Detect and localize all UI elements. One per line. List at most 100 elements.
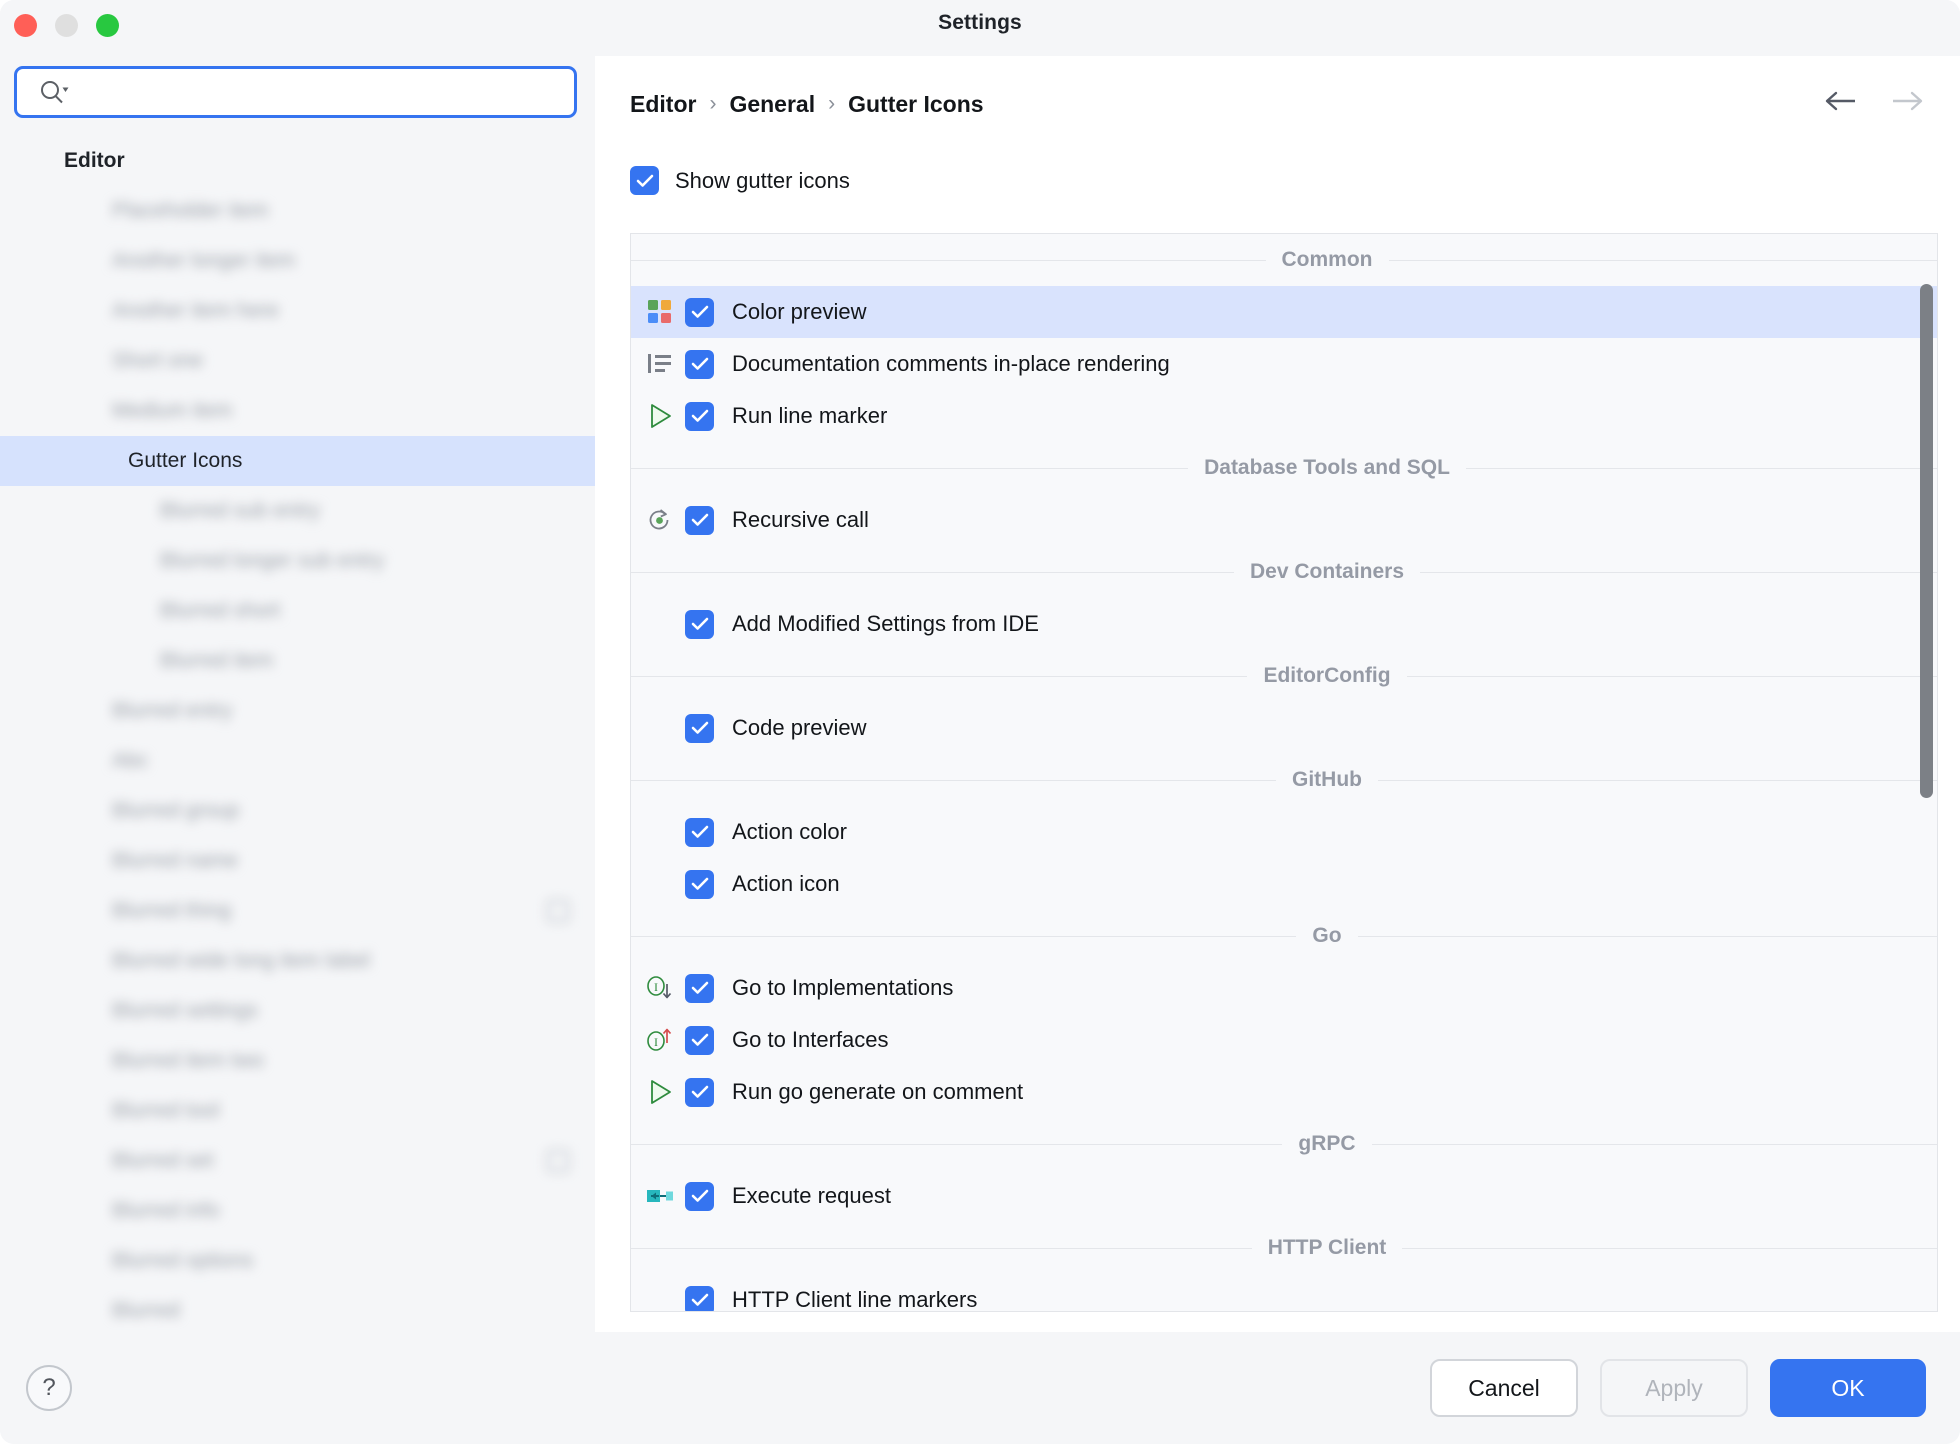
sidebar-item-gutter-icons[interactable]: Gutter Icons: [0, 436, 595, 486]
breadcrumb-item-1[interactable]: General: [729, 91, 815, 118]
window-title: Settings: [938, 11, 1022, 34]
breadcrumb-item-0[interactable]: Editor: [630, 91, 696, 118]
sidebar-item-blurred[interactable]: Blurred: [0, 1286, 595, 1332]
sidebar-item-blurred[interactable]: Blurred longer sub entry: [0, 536, 595, 586]
sidebar-item-blurred[interactable]: Short one: [0, 336, 595, 386]
sidebar-item-editor[interactable]: Editor: [0, 136, 595, 186]
forward-arrow-icon: [1889, 89, 1925, 119]
sidebar-item-blurred[interactable]: Blurred sub entry: [0, 486, 595, 536]
sidebar-item-blurred[interactable]: Blurred set: [0, 1136, 595, 1186]
sidebar-item-blurred[interactable]: Another longer item: [0, 236, 595, 286]
sidebar-item-blurred[interactable]: Medium item: [0, 386, 595, 436]
gutter-icon-option[interactable]: HTTP Client line markers: [631, 1274, 1937, 1311]
option-checkbox[interactable]: [685, 297, 714, 327]
sidebar-item-blurred[interactable]: Blurred short: [0, 586, 595, 636]
sidebar-item-blurred[interactable]: Another item here: [0, 286, 595, 336]
sidebar-item-blurred[interactable]: Blurred tool: [0, 1086, 595, 1136]
sidebar-item-blurred[interactable]: Blurred thing: [0, 886, 595, 936]
option-checkbox-wrap[interactable]: [685, 1181, 714, 1211]
option-checkbox[interactable]: [685, 1181, 714, 1211]
option-checkbox[interactable]: [685, 1077, 714, 1107]
separator-line: [631, 675, 1248, 677]
option-checkbox[interactable]: [685, 505, 714, 535]
option-checkbox-wrap[interactable]: [685, 713, 714, 743]
search-box[interactable]: [14, 66, 577, 118]
sidebar-item-blurred[interactable]: Placeholder item: [0, 186, 595, 236]
option-checkbox-wrap[interactable]: [685, 1077, 714, 1107]
back-arrow-icon[interactable]: [1823, 89, 1859, 119]
gutter-icon-option[interactable]: Run line marker: [631, 390, 1937, 442]
sidebar-item-blurred[interactable]: Blurred name: [0, 836, 595, 886]
gutter-icon-option[interactable]: Action icon: [631, 858, 1937, 910]
group-separator: EditorConfig: [631, 650, 1937, 702]
option-checkbox-wrap[interactable]: [685, 401, 714, 431]
group-separator: Dev Containers: [631, 546, 1937, 598]
option-checkbox[interactable]: [685, 817, 714, 847]
option-checkbox-wrap[interactable]: [685, 817, 714, 847]
sidebar-item-blurred[interactable]: Blurred item two: [0, 1036, 595, 1086]
separator-line: [631, 1247, 1252, 1249]
sidebar-item-blurred[interactable]: Blurred options: [0, 1236, 595, 1286]
group-separator: HTTP Client: [631, 1222, 1937, 1274]
vertical-scrollbar[interactable]: [1920, 284, 1933, 798]
separator-line: [631, 467, 1189, 469]
option-label: Action icon: [732, 871, 840, 896]
separator-line: [1357, 935, 1937, 937]
search-icon: [39, 79, 69, 105]
gutter-icon-option[interactable]: Run go generate on comment: [631, 1066, 1937, 1118]
option-checkbox[interactable]: [685, 973, 714, 1003]
help-button[interactable]: ?: [26, 1365, 72, 1411]
option-label: Add Modified Settings from IDE: [732, 611, 1039, 636]
option-checkbox[interactable]: [685, 1285, 714, 1311]
gutter-icon-option[interactable]: Color preview: [631, 286, 1937, 338]
group-label: Common: [1281, 248, 1373, 271]
group-separator: Go: [631, 910, 1937, 962]
option-checkbox-wrap[interactable]: [685, 349, 714, 379]
apply-button[interactable]: Apply: [1600, 1359, 1748, 1417]
option-checkbox-wrap[interactable]: [685, 973, 714, 1003]
color-swatch-icon: [643, 298, 677, 326]
dialog-footer: ? Cancel Apply OK: [0, 1332, 1960, 1444]
option-checkbox[interactable]: [685, 349, 714, 379]
sidebar-item-blurred[interactable]: Blurred info: [0, 1186, 595, 1236]
option-checkbox[interactable]: [685, 609, 714, 639]
search-input[interactable]: [17, 69, 574, 115]
gutter-icon-option[interactable]: I Go to Interfaces: [631, 1014, 1937, 1066]
implementing-up-icon: I: [643, 1026, 677, 1054]
sidebar-item-blurred[interactable]: Blurred settings: [0, 986, 595, 1036]
sidebar-item-blurred[interactable]: Blurred entry: [0, 686, 595, 736]
option-checkbox-wrap[interactable]: [685, 1285, 714, 1311]
option-checkbox-wrap[interactable]: [685, 609, 714, 639]
nav-arrows: [1823, 89, 1925, 119]
option-checkbox-wrap[interactable]: [685, 869, 714, 899]
settings-tree: Editor Placeholder item Another longer i…: [0, 136, 595, 1332]
option-checkbox[interactable]: [685, 713, 714, 743]
gutter-icon-option[interactable]: Code preview: [631, 702, 1937, 754]
option-label: Documentation comments in-place renderin…: [732, 351, 1170, 376]
gutter-icon-option[interactable]: Add Modified Settings from IDE: [631, 598, 1937, 650]
breadcrumb-item-2: Gutter Icons: [848, 90, 984, 117]
option-checkbox[interactable]: [685, 869, 714, 899]
gutter-icon-option[interactable]: Documentation comments in-place renderin…: [631, 338, 1937, 390]
show-gutter-icons-row[interactable]: Show gutter icons: [630, 166, 850, 195]
sidebar-item-blurred[interactable]: Blurred wide long item label: [0, 936, 595, 986]
ok-button[interactable]: OK: [1770, 1359, 1926, 1417]
cancel-button[interactable]: Cancel: [1430, 1359, 1578, 1417]
option-checkbox-wrap[interactable]: [685, 505, 714, 535]
option-checkbox[interactable]: [685, 1025, 714, 1055]
doc-lines-icon: [643, 350, 677, 378]
group-separator: Database Tools and SQL: [631, 442, 1937, 494]
option-checkbox[interactable]: [685, 401, 714, 431]
show-gutter-icons-checkbox[interactable]: [630, 166, 659, 195]
sidebar-item-blurred[interactable]: Blurred group: [0, 786, 595, 836]
sidebar-item-blurred[interactable]: Blurred item: [0, 636, 595, 686]
gutter-icon-option[interactable]: Recursive call: [631, 494, 1937, 546]
gutter-icon-option[interactable]: Execute request: [631, 1170, 1937, 1222]
option-checkbox-wrap[interactable]: [685, 297, 714, 327]
gutter-icon-option[interactable]: Action color: [631, 806, 1937, 858]
separator-line: [1402, 1247, 1937, 1249]
chevron-right-icon: ›: [828, 92, 836, 115]
sidebar-item-blurred[interactable]: Abc: [0, 736, 595, 786]
gutter-icon-option[interactable]: I Go to Implementations: [631, 962, 1937, 1014]
option-checkbox-wrap[interactable]: [685, 1025, 714, 1055]
